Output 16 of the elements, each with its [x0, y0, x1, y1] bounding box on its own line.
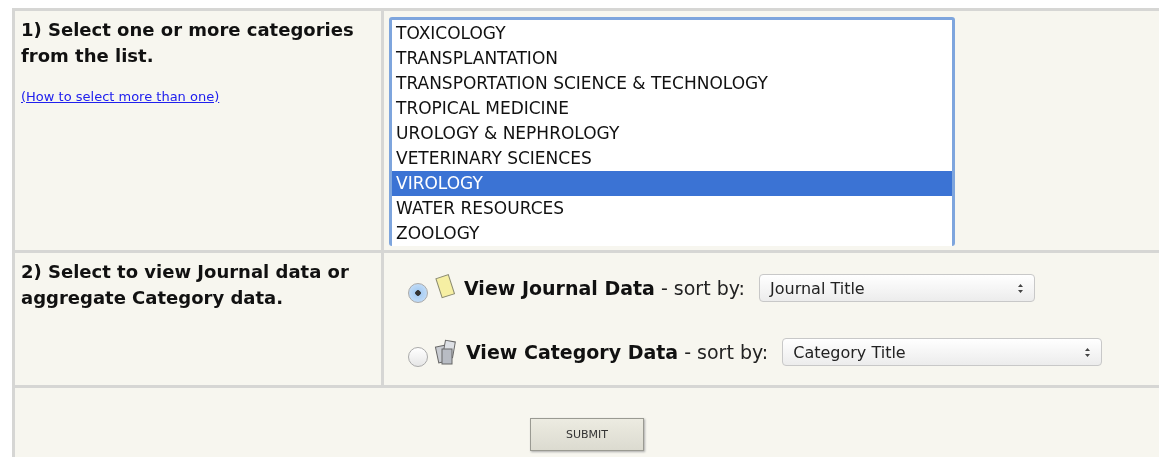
category-option[interactable]: VIROLOGY: [392, 171, 952, 196]
help-link[interactable]: (How to select more than one): [21, 89, 220, 104]
radio-button[interactable]: [408, 283, 428, 303]
sort-label: - sort by:: [660, 277, 745, 299]
sort-select[interactable]: Journal Title: [759, 274, 1035, 302]
sort-select[interactable]: Category Title: [782, 338, 1103, 366]
view-option-label: View Category Data: [466, 341, 679, 363]
select-arrows-icon: [1017, 282, 1024, 294]
submit-button[interactable]: SUBMIT: [530, 418, 644, 451]
view-option-label: View Journal Data: [464, 277, 655, 299]
select-arrows-icon: [1084, 346, 1092, 358]
step-heading: 1) Select one or more categories from the list.: [21, 18, 355, 68]
sort-label: - sort by:: [684, 341, 769, 363]
radio-button[interactable]: [408, 347, 428, 367]
category-list[interactable]: TOXICOLOGY TRANSPLANTATION TRANSPORTATION SCIENCE & TECHNOLOGY TROPICAL MEDICINE UROLOGY & NEPHROLOGY VETERINARY SCIENCES VIROLOGY WATER RESOURCES ZOOLOGY: [389, 17, 955, 246]
step-heading: 2) Select to view Journal data or aggregate Category data.: [21, 260, 350, 310]
